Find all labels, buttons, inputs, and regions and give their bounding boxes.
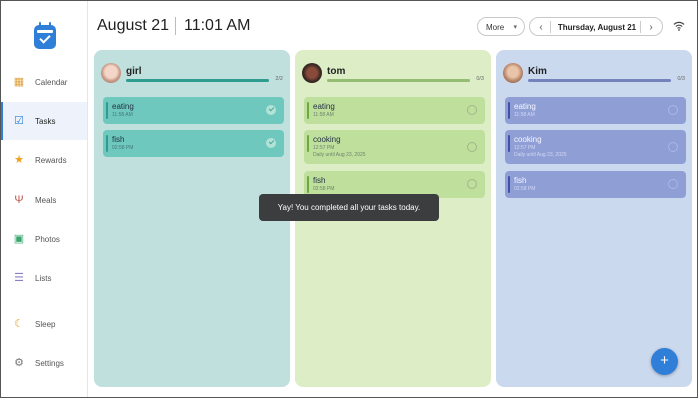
task-card[interactable]: fish 02:58 PM	[103, 130, 284, 157]
sidebar-item-tasks[interactable]: ☑ Tasks	[1, 102, 87, 140]
incomplete-circle-icon[interactable]	[668, 142, 678, 152]
sidebar-item-label: Calendar	[35, 77, 68, 87]
current-day-label[interactable]: Thursday, August 21	[556, 18, 638, 37]
app-logo-icon	[34, 22, 56, 49]
member-column-kim: Kim 0/3 eating 11:58 AM cooking 12:57 PM…	[496, 50, 692, 387]
member-header: girl 2/2	[101, 61, 283, 83]
incomplete-circle-icon[interactable]	[467, 105, 477, 115]
sidebar-item-rewards[interactable]: ★ Rewards	[1, 141, 87, 179]
incomplete-circle-icon[interactable]	[467, 179, 477, 189]
task-count: 0/3	[677, 76, 685, 82]
completion-toast: Yay! You completed all your tasks today.	[259, 194, 439, 221]
member-name: girl	[126, 66, 142, 77]
task-count: 2/2	[275, 76, 283, 82]
task-title: cooking	[313, 135, 341, 144]
task-time: 11:58 AM	[112, 112, 133, 118]
task-repeat: Daily until Aug 23, 2025	[514, 152, 567, 158]
task-time: 11:58 AM	[514, 112, 535, 118]
task-card[interactable]: cooking 12:57 PM Daily until Aug 23, 202…	[304, 130, 485, 164]
incomplete-circle-icon[interactable]	[467, 142, 477, 152]
task-title: fish	[313, 176, 326, 185]
task-time: 02:58 PM	[313, 186, 335, 192]
member-name: Kim	[528, 66, 547, 77]
sidebar-item-label: Lists	[35, 273, 52, 283]
more-label: More	[486, 23, 505, 32]
task-card[interactable]: cooking 12:57 PM Daily until Aug 23, 202…	[505, 130, 686, 164]
sidebar-item-lists[interactable]: ☰ Lists	[1, 259, 87, 297]
task-time: 12:57 PM	[313, 145, 335, 151]
sidebar-item-label: Photos	[35, 234, 60, 244]
chevron-down-icon: ▾	[513, 24, 517, 31]
task-count: 0/3	[476, 76, 484, 82]
tasks-checkbox-icon: ☑	[14, 115, 24, 127]
previous-day-button[interactable]: ‹	[534, 18, 551, 37]
task-time: 02:58 PM	[112, 145, 134, 151]
checkmark-icon[interactable]	[266, 105, 276, 115]
fork-knife-icon: Ψ	[14, 194, 24, 206]
sidebar-item-settings[interactable]: ⚙ Settings	[1, 344, 87, 382]
header-time: 11:01 AM	[175, 17, 250, 35]
task-card[interactable]: eating 11:58 AM	[505, 97, 686, 124]
member-name: tom	[327, 66, 346, 77]
task-title: fish	[112, 135, 125, 144]
avatar[interactable]	[101, 63, 121, 83]
app-window: ▦ Calendar ☑ Tasks ★ Rewards Ψ Meals ▣ P…	[0, 0, 698, 398]
sidebar-item-meals[interactable]: Ψ Meals	[1, 181, 87, 219]
task-card[interactable]: eating 11:58 AM	[103, 97, 284, 124]
avatar[interactable]	[302, 63, 322, 83]
avatar[interactable]	[503, 63, 523, 83]
sidebar-item-label: Meals	[35, 195, 57, 205]
member-header: Kim 0/3	[503, 61, 685, 83]
more-dropdown[interactable]: More ▾	[477, 17, 525, 36]
list-icon: ☰	[14, 272, 24, 284]
sidebar-item-label: Rewards	[35, 155, 67, 165]
sidebar: ▦ Calendar ☑ Tasks ★ Rewards Ψ Meals ▣ P…	[1, 1, 88, 397]
task-time: 11:58 AM	[313, 112, 334, 118]
wifi-icon	[673, 21, 685, 31]
add-task-button[interactable]: +	[651, 348, 678, 375]
progress-bar	[327, 79, 470, 82]
task-time: 12:57 PM	[514, 145, 536, 151]
progress-bar	[126, 79, 269, 82]
moon-icon: ☾	[14, 318, 24, 330]
task-title: fish	[514, 176, 527, 185]
task-time: 02:58 PM	[514, 186, 536, 192]
task-title: cooking	[514, 135, 542, 144]
task-card[interactable]: fish 02:58 PM	[505, 171, 686, 198]
sidebar-item-calendar[interactable]: ▦ Calendar	[1, 63, 87, 101]
sidebar-item-label: Tasks	[35, 116, 56, 126]
calendar-icon: ▦	[13, 76, 25, 88]
sidebar-item-label: Settings	[35, 358, 64, 368]
star-icon: ★	[14, 154, 24, 166]
task-title: eating	[112, 102, 134, 111]
member-header: tom 0/3	[302, 61, 484, 83]
next-day-button[interactable]: ›	[640, 18, 658, 37]
day-navigator: ‹ Thursday, August 21 ›	[529, 17, 663, 36]
incomplete-circle-icon[interactable]	[668, 179, 678, 189]
header-date: August 21	[97, 17, 170, 34]
sidebar-item-photos[interactable]: ▣ Photos	[1, 220, 87, 258]
task-title: eating	[514, 102, 536, 111]
checkmark-icon[interactable]	[266, 138, 276, 148]
task-card[interactable]: eating 11:58 AM	[304, 97, 485, 124]
sidebar-item-label: Sleep	[35, 319, 56, 329]
progress-bar	[528, 79, 671, 82]
sidebar-item-sleep[interactable]: ☾ Sleep	[1, 305, 87, 343]
photo-icon: ▣	[13, 233, 25, 245]
gear-icon: ⚙	[14, 357, 24, 369]
incomplete-circle-icon[interactable]	[668, 105, 678, 115]
task-title: eating	[313, 102, 335, 111]
task-repeat: Daily until Aug 23, 2025	[313, 152, 366, 158]
